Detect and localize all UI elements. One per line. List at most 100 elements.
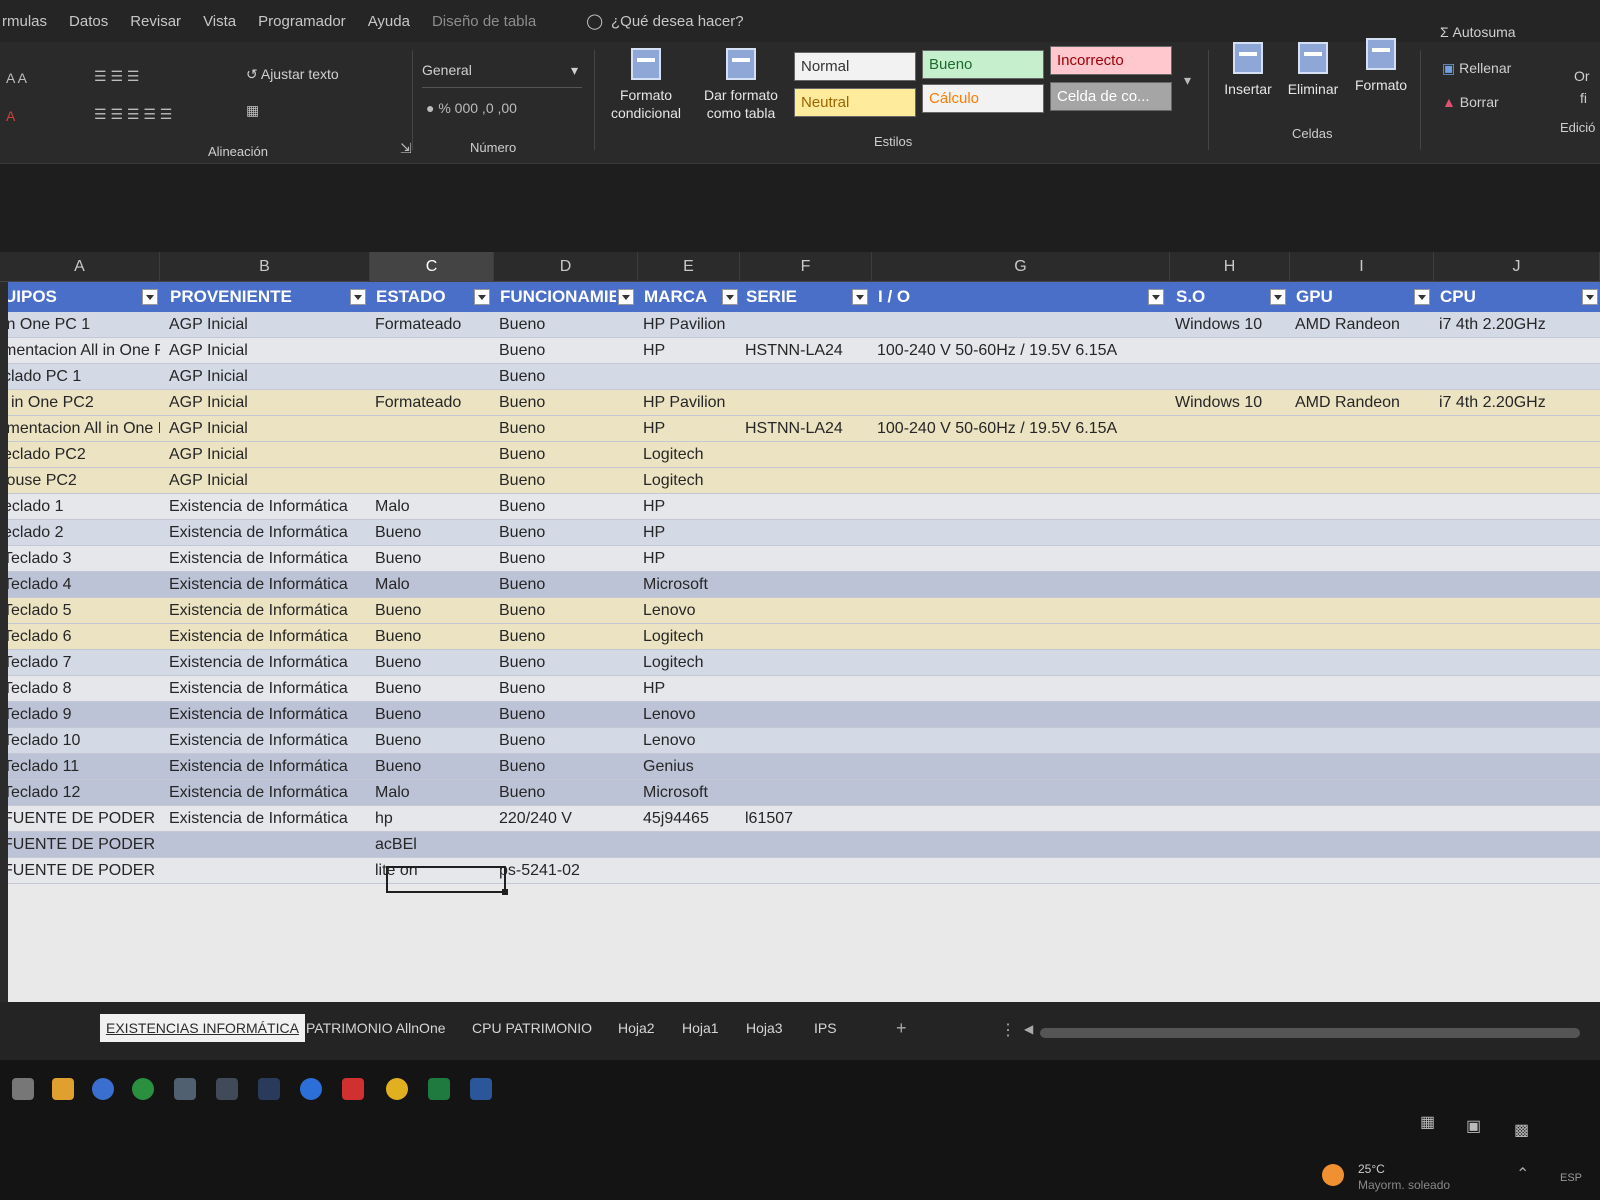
table-cell[interactable]: Bueno	[496, 312, 636, 338]
sort-filter-label[interactable]: Or	[1574, 68, 1590, 84]
font-size-icon[interactable]: A A	[6, 70, 27, 86]
table-header-cell[interactable]: GPU	[1292, 282, 1412, 312]
table-cell[interactable]: Existencia de Informática	[166, 598, 368, 624]
filter-dropdown-icon[interactable]	[852, 289, 868, 305]
table-cell[interactable]: Bueno	[372, 754, 492, 780]
menu-vista[interactable]: Vista	[203, 13, 236, 30]
format-as-table-button[interactable]: Dar formato como tabla	[696, 48, 786, 122]
table-cell[interactable]	[1172, 806, 1288, 832]
table-cell[interactable]: clado PC 1	[0, 364, 160, 390]
styles-more-icon[interactable]: ▾	[1184, 72, 1191, 89]
filter-dropdown-icon[interactable]	[350, 289, 366, 305]
table-cell[interactable]: AGP Inicial	[166, 364, 368, 390]
style-celda-comprobacion[interactable]: Celda de co...	[1050, 82, 1172, 111]
more-options-icon[interactable]: ⋮	[1000, 1020, 1016, 1040]
table-cell[interactable]	[742, 858, 870, 884]
filter-dropdown-icon[interactable]	[1270, 289, 1286, 305]
table-cell[interactable]	[1292, 806, 1432, 832]
language-indicator[interactable]: ESP	[1560, 1172, 1582, 1184]
table-cell[interactable]: Teclado 4	[0, 572, 160, 598]
table-cell[interactable]: eclado PC2	[0, 442, 160, 468]
table-cell[interactable]: FUENTE DE PODER 1	[0, 832, 160, 858]
table-cell[interactable]	[742, 832, 870, 858]
whatsapp-icon[interactable]	[132, 1078, 154, 1100]
table-cell[interactable]	[1436, 442, 1600, 468]
table-header-cell[interactable]: ESTADO	[372, 282, 472, 312]
active-cell-cursor[interactable]	[386, 866, 508, 895]
table-cell[interactable]	[1436, 416, 1600, 442]
menu-formulas[interactable]: rmulas	[2, 13, 47, 30]
table-cell[interactable]: FUENTE DE PODER 2	[0, 806, 160, 832]
table-cell[interactable]	[874, 390, 1166, 416]
table-cell[interactable]	[1172, 702, 1288, 728]
horizontal-scrollbar[interactable]	[1040, 1028, 1580, 1038]
insert-cells-button[interactable]: Insertar	[1218, 42, 1278, 98]
filter-dropdown-icon[interactable]	[1148, 289, 1164, 305]
table-cell[interactable]	[874, 572, 1166, 598]
chevron-up-icon[interactable]: ⌃	[1516, 1164, 1529, 1184]
table-cell[interactable]	[640, 858, 740, 884]
table-cell[interactable]: ps-5241-02	[496, 858, 636, 884]
table-cell[interactable]: HP	[640, 546, 740, 572]
table-cell[interactable]	[874, 780, 1166, 806]
table-cell[interactable]	[742, 520, 870, 546]
table-cell[interactable]	[742, 702, 870, 728]
table-cell[interactable]: AMD Randeon	[1292, 312, 1432, 338]
table-cell[interactable]	[1172, 598, 1288, 624]
table-cell[interactable]	[1172, 520, 1288, 546]
table-cell[interactable]	[874, 624, 1166, 650]
table-cell[interactable]: AGP Inicial	[166, 338, 368, 364]
fill-button[interactable]: ▣ Rellenar	[1442, 60, 1511, 77]
sheet-tab-hoja2[interactable]: Hoja2	[618, 1020, 655, 1036]
table-cell[interactable]	[874, 520, 1166, 546]
merge-center-icon[interactable]: ▦	[246, 102, 259, 119]
table-cell[interactable]	[372, 416, 492, 442]
table-cell[interactable]: hp	[372, 806, 492, 832]
table-cell[interactable]: Bueno	[496, 468, 636, 494]
table-header-cell[interactable]: PROVENIENTE	[166, 282, 348, 312]
table-cell[interactable]	[1436, 338, 1600, 364]
wrap-text-button[interactable]: ↺ Ajustar texto	[246, 66, 339, 83]
normal-view-icon[interactable]: ▦	[1420, 1112, 1435, 1132]
table-cell[interactable]	[1436, 520, 1600, 546]
table-cell[interactable]: Lenovo	[640, 702, 740, 728]
table-cell[interactable]	[1292, 624, 1432, 650]
table-header-cell[interactable]: UIPOS	[0, 282, 140, 312]
table-cell[interactable]	[874, 728, 1166, 754]
table-cell[interactable]: Teclado 9	[0, 702, 160, 728]
table-cell[interactable]	[874, 702, 1166, 728]
table-cell[interactable]	[742, 598, 870, 624]
table-cell[interactable]	[166, 858, 368, 884]
table-cell[interactable]: Teclado 6	[0, 624, 160, 650]
table-cell[interactable]	[874, 832, 1166, 858]
column-header-d[interactable]: D	[494, 252, 638, 282]
word-icon[interactable]	[470, 1078, 492, 1100]
table-cell[interactable]	[1172, 338, 1288, 364]
table-cell[interactable]	[1292, 338, 1432, 364]
table-cell[interactable]	[1292, 858, 1432, 884]
sheet-tab-hoja1[interactable]: Hoja1	[682, 1020, 719, 1036]
table-cell[interactable]: Bueno	[372, 520, 492, 546]
table-cell[interactable]	[742, 546, 870, 572]
table-cell[interactable]: Formateado	[372, 312, 492, 338]
table-cell[interactable]	[1172, 780, 1288, 806]
conditional-format-button[interactable]: Formato condicional	[604, 48, 688, 122]
table-cell[interactable]	[742, 624, 870, 650]
table-cell[interactable]	[742, 676, 870, 702]
filter-dropdown-icon[interactable]	[618, 289, 634, 305]
table-cell[interactable]	[1436, 676, 1600, 702]
table-cell[interactable]	[742, 494, 870, 520]
table-cell[interactable]: AGP Inicial	[166, 442, 368, 468]
dialog-launcher-icon[interactable]: ⇲	[400, 140, 412, 157]
table-cell[interactable]: HP Pavilion	[640, 390, 740, 416]
table-cell[interactable]	[166, 832, 368, 858]
column-header-j[interactable]: J	[1434, 252, 1600, 282]
table-cell[interactable]	[874, 676, 1166, 702]
table-cell[interactable]: Existencia de Informática	[166, 546, 368, 572]
format-cells-button[interactable]: Formato	[1348, 38, 1414, 94]
table-cell[interactable]	[1172, 546, 1288, 572]
table-cell[interactable]	[742, 364, 870, 390]
table-cell[interactable]: Bueno	[496, 676, 636, 702]
table-cell[interactable]	[874, 546, 1166, 572]
currency-format-icon[interactable]: ● % 000 ,0 ,00	[426, 100, 517, 116]
